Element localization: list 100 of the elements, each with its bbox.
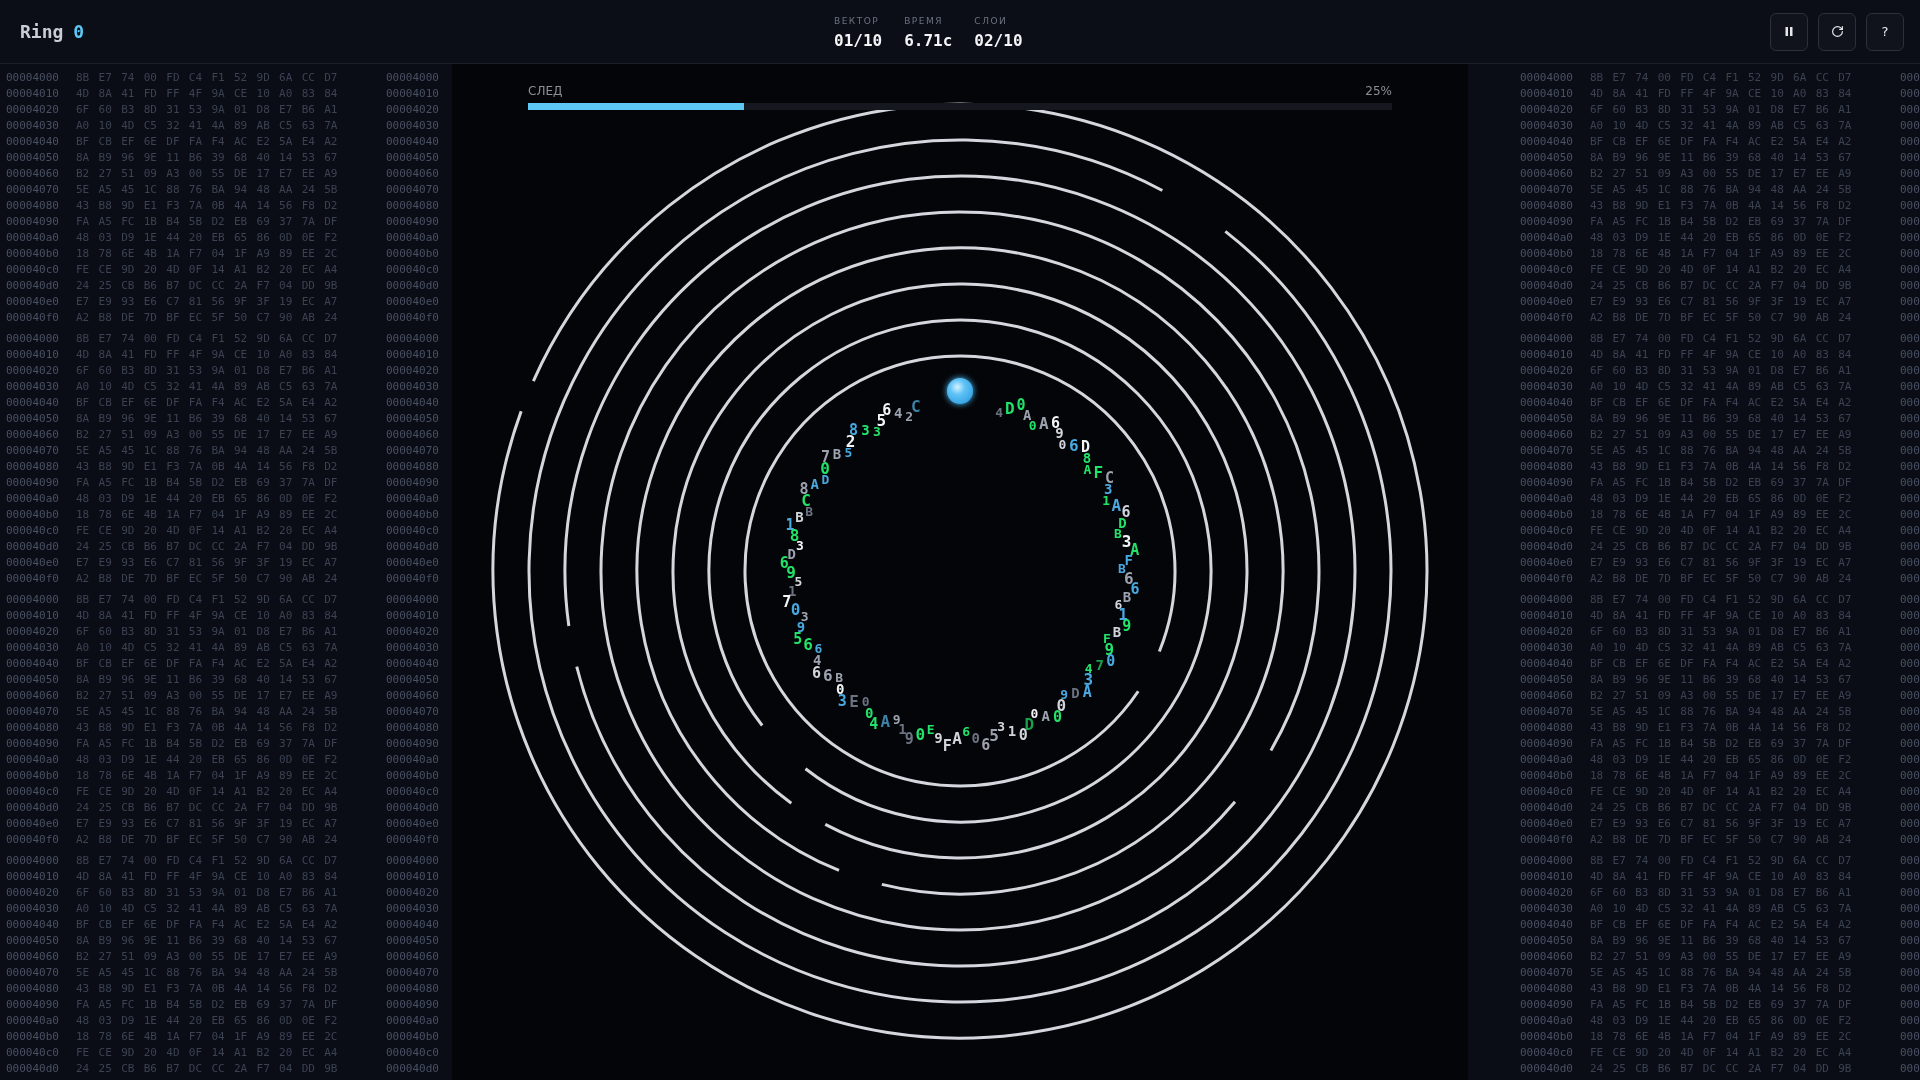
hex-bytes: 24 25 CB B6 B7 DC CC 2A F7 04 DD 9B <box>76 540 338 553</box>
hex-address: 000 <box>1900 704 1920 720</box>
hex-bytes: A0 10 4D C5 32 41 4A 89 AB C5 63 7A <box>1590 902 1852 915</box>
hex-address: 000 <box>1900 230 1920 246</box>
hex-address: 000 <box>1900 720 1920 736</box>
hex-address: 000 <box>1900 869 1920 885</box>
ring-glyph: 6 <box>981 735 991 754</box>
hex-address: 00004060 <box>6 949 60 965</box>
hex-bytes: 4D 8A 41 FD FF 4F 9A CE 10 A0 83 84 <box>76 870 338 883</box>
hex-address: 00004030 <box>6 379 60 395</box>
hex-address: 00004020 <box>1520 363 1574 379</box>
hex-address: 00004080 <box>6 198 60 214</box>
hex-bytes: 48 03 D9 1E 44 20 EB 65 86 0D 0E F2 <box>76 231 338 244</box>
hex-address: 000040d0 <box>1520 278 1574 294</box>
hex-address: 000040a0 <box>386 752 439 768</box>
hex-address: 00004060 <box>1520 949 1574 965</box>
help-button[interactable]: ? <box>1866 12 1904 51</box>
hex-address: 00004090 <box>386 214 439 230</box>
hex-address: 000040d0 <box>6 800 60 816</box>
ring-glyph: E <box>926 721 935 737</box>
ring-counter: 0 <box>73 20 85 44</box>
hex-address: 000040e0 <box>1520 555 1574 571</box>
trail-percent: 25% <box>1365 83 1392 100</box>
hex-address: 00004040 <box>1520 656 1574 672</box>
ring-glyph: D <box>787 545 796 562</box>
hex-address: 000040f0 <box>1520 571 1574 587</box>
hex-address: 00004030 <box>386 118 439 134</box>
hex-bytes: BF CB EF 6E DF FA F4 AC E2 5A E4 A2 <box>76 657 338 670</box>
hex-address: 000 <box>1900 182 1920 198</box>
hex-address: 000 <box>1900 901 1920 917</box>
hex-address: 00004010 <box>386 869 439 885</box>
hex-address: 000 <box>1900 752 1920 768</box>
hex-address: 00004000 <box>1520 331 1574 347</box>
hex-address: 00004050 <box>1520 672 1574 688</box>
hex-bytes: A0 10 4D C5 32 41 4A 89 AB C5 63 7A <box>1590 380 1852 393</box>
hex-address: 000040a0 <box>1520 230 1574 246</box>
hex-address: 00004000 <box>1520 592 1574 608</box>
hex-address: 00004030 <box>1520 901 1574 917</box>
hex-address: 000 <box>1900 278 1920 294</box>
hex-bytes: BF CB EF 6E DF FA F4 AC E2 5A E4 A2 <box>1590 396 1852 409</box>
hex-address: 00004040 <box>6 134 60 150</box>
hex-address: 000 <box>1900 86 1920 102</box>
hex-bytes: 4D 8A 41 FD FF 4F 9A CE 10 A0 83 84 <box>76 87 338 100</box>
hex-bytes: 18 78 6E 4B 1A F7 04 1F A9 89 EE 2C <box>76 247 338 260</box>
hex-bytes: E7 E9 93 E6 C7 81 56 9F 3F 19 EC A7 <box>76 556 338 569</box>
ring-glyph: B <box>1118 561 1126 577</box>
hex-address: 00004070 <box>1520 704 1574 720</box>
restart-button[interactable] <box>1818 12 1856 51</box>
ring-glyph: 6 <box>1069 435 1079 455</box>
hex-address: 000040c0 <box>6 262 60 278</box>
hex-address: 000 <box>1900 491 1920 507</box>
hex-address: 00004040 <box>386 656 439 672</box>
hex-address: 000040a0 <box>386 1013 439 1029</box>
hex-bytes: E7 E9 93 E6 C7 81 56 9F 3F 19 EC A7 <box>1590 817 1852 830</box>
ring-glyph: C <box>911 397 921 417</box>
hex-address: 00004060 <box>6 427 60 443</box>
hex-bytes: 6F 60 B3 8D 31 53 9A 01 D8 E7 B6 A1 <box>1590 364 1852 377</box>
hex-bytes: A2 B8 DE 7D BF EC 5F 50 C7 90 AB 24 <box>1590 572 1852 585</box>
hex-address: 00004000 <box>1520 70 1574 86</box>
hex-bytes: BF CB EF 6E DF FA F4 AC E2 5A E4 A2 <box>76 396 338 409</box>
hex-address: 000040e0 <box>386 294 439 310</box>
hex-bytes: FE CE 9D 20 4D 0F 14 A1 B2 20 EC A4 <box>1590 263 1852 276</box>
hex-address: 00004050 <box>386 411 439 427</box>
hex-address: 00004040 <box>386 134 439 150</box>
hex-address: 000 <box>1900 198 1920 214</box>
hex-bytes: FA A5 FC 1B B4 5B D2 EB 69 37 7A DF <box>1590 476 1852 489</box>
hex-address: 000 <box>1900 800 1920 816</box>
hex-bytes: 6F 60 B3 8D 31 53 9A 01 D8 E7 B6 A1 <box>76 103 338 116</box>
hex-bytes: 48 03 D9 1E 44 20 EB 65 86 0D 0E F2 <box>1590 231 1852 244</box>
hex-address: 000040b0 <box>386 1029 439 1045</box>
hex-bytes: 6F 60 B3 8D 31 53 9A 01 D8 E7 B6 A1 <box>76 364 338 377</box>
hex-address: 00004050 <box>1520 933 1574 949</box>
hex-address: 00004080 <box>386 198 439 214</box>
hex-bytes: 18 78 6E 4B 1A F7 04 1F A9 89 EE 2C <box>1590 508 1852 521</box>
hex-address: 000040f0 <box>386 310 439 326</box>
player-ball <box>947 378 973 404</box>
hex-address: 00004030 <box>6 901 60 917</box>
hex-bytes: A2 B8 DE 7D BF EC 5F 50 C7 90 AB 24 <box>76 833 338 846</box>
hex-address: 00004050 <box>386 150 439 166</box>
ring-glyph: 3 <box>1121 531 1132 551</box>
hex-bytes: FA A5 FC 1B B4 5B D2 EB 69 37 7A DF <box>76 215 338 228</box>
hex-address: 000040a0 <box>6 1013 60 1029</box>
ring-glyph: F <box>1093 463 1104 483</box>
hex-bytes: 18 78 6E 4B 1A F7 04 1F A9 89 EE 2C <box>1590 769 1852 782</box>
hex-bytes: FE CE 9D 20 4D 0F 14 A1 B2 20 EC A4 <box>1590 524 1852 537</box>
hex-address: 000040c0 <box>1520 262 1574 278</box>
stat-label: ВРЕМЯ <box>904 15 944 28</box>
hex-bytes: 6F 60 B3 8D 31 53 9A 01 D8 E7 B6 A1 <box>76 886 338 899</box>
hex-bytes: 5E A5 45 1C 88 76 BA 94 48 AA 24 5B <box>1590 183 1852 196</box>
ring-glyph: 5 <box>989 726 999 746</box>
hex-bytes: 18 78 6E 4B 1A F7 04 1F A9 89 EE 2C <box>76 1030 338 1043</box>
hex-address: 00004010 <box>1520 347 1574 363</box>
hex-bytes: 6F 60 B3 8D 31 53 9A 01 D8 E7 B6 A1 <box>1590 886 1852 899</box>
hex-address: 000040d0 <box>1520 800 1574 816</box>
hex-bytes: FE CE 9D 20 4D 0F 14 A1 B2 20 EC A4 <box>1590 785 1852 798</box>
ring-glyph: 0 <box>971 730 980 747</box>
trail-label: СЛЕД <box>528 83 563 100</box>
pause-button[interactable] <box>1770 12 1808 51</box>
hex-address: 000 <box>1900 475 1920 491</box>
hex-bytes: E7 E9 93 E6 C7 81 56 9F 3F 19 EC A7 <box>1590 295 1852 308</box>
